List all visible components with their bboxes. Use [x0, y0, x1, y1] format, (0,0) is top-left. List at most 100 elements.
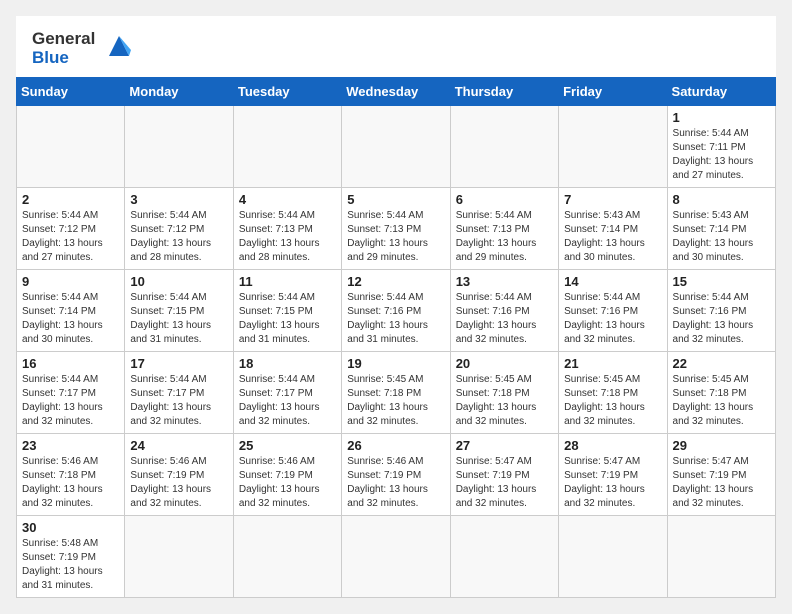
- day-cell: [342, 106, 450, 188]
- day-info: Sunrise: 5:44 AMSunset: 7:15 PMDaylight:…: [130, 291, 227, 347]
- day-cell: [559, 106, 667, 188]
- day-cell: 14 Sunrise: 5:44 AMSunset: 7:16 PMDayligh…: [559, 270, 667, 352]
- day-number: 1: [673, 110, 770, 125]
- day-cell: 2 Sunrise: 5:44 AMSunset: 7:12 PMDaylight…: [17, 188, 125, 270]
- day-number: 5: [347, 192, 444, 207]
- day-cell: 7 Sunrise: 5:43 AMSunset: 7:14 PMDaylight…: [559, 188, 667, 270]
- day-info: Sunrise: 5:44 AMSunset: 7:16 PMDaylight:…: [673, 291, 770, 347]
- day-cell: 28 Sunrise: 5:47 AMSunset: 7:19 PMDayligh…: [559, 434, 667, 516]
- day-cell: 12Sunrise: 5:44 AMSunset: 7:16 PMDayligh…: [342, 270, 450, 352]
- day-info: Sunrise: 5:45 AMSunset: 7:18 PMDaylight:…: [673, 373, 770, 429]
- day-number: 17: [130, 356, 227, 371]
- day-info: Sunrise: 5:44 AMSunset: 7:15 PMDaylight:…: [239, 291, 336, 347]
- day-info: Sunrise: 5:44 AMSunset: 7:17 PMDaylight:…: [239, 373, 336, 429]
- day-cell: [125, 106, 233, 188]
- weekday-friday: Friday: [559, 78, 667, 106]
- day-cell: [233, 106, 341, 188]
- week-row-0: 1Sunrise: 5:44 AMSunset: 7:11 PMDaylight…: [17, 106, 776, 188]
- day-cell: 8 Sunrise: 5:43 AMSunset: 7:14 PMDaylight…: [667, 188, 775, 270]
- day-cell: 3Sunrise: 5:44 AMSunset: 7:12 PMDaylight…: [125, 188, 233, 270]
- week-row-3: 16Sunrise: 5:44 AMSunset: 7:17 PMDayligh…: [17, 352, 776, 434]
- day-info: Sunrise: 5:46 AMSunset: 7:19 PMDaylight:…: [130, 455, 227, 511]
- day-cell: [233, 516, 341, 598]
- day-info: Sunrise: 5:43 AMSunset: 7:14 PMDaylight:…: [673, 209, 770, 265]
- calendar-container: General Blue SundayMondayTues: [16, 16, 776, 598]
- day-info: Sunrise: 5:44 AMSunset: 7:17 PMDaylight:…: [22, 373, 119, 429]
- weekday-wednesday: Wednesday: [342, 78, 450, 106]
- day-info: Sunrise: 5:46 AMSunset: 7:18 PMDaylight:…: [22, 455, 119, 511]
- day-info: Sunrise: 5:44 AMSunset: 7:16 PMDaylight:…: [564, 291, 661, 347]
- day-number: 29: [673, 438, 770, 453]
- day-cell: 4 Sunrise: 5:44 AMSunset: 7:13 PMDaylight…: [233, 188, 341, 270]
- day-number: 18: [239, 356, 336, 371]
- day-cell: 22 Sunrise: 5:45 AMSunset: 7:18 PMDayligh…: [667, 352, 775, 434]
- day-cell: 23 Sunrise: 5:46 AMSunset: 7:18 PMDayligh…: [17, 434, 125, 516]
- week-row-5: 30 Sunrise: 5:48 AMSunset: 7:19 PMDayligh…: [17, 516, 776, 598]
- day-number: 24: [130, 438, 227, 453]
- day-number: 30: [22, 520, 119, 535]
- week-row-4: 23 Sunrise: 5:46 AMSunset: 7:18 PMDayligh…: [17, 434, 776, 516]
- logo-general: General: [32, 30, 95, 49]
- day-cell: [667, 516, 775, 598]
- day-cell: 27Sunrise: 5:47 AMSunset: 7:19 PMDayligh…: [450, 434, 558, 516]
- day-cell: [17, 106, 125, 188]
- day-info: Sunrise: 5:44 AMSunset: 7:17 PMDaylight:…: [130, 373, 227, 429]
- day-cell: [342, 516, 450, 598]
- calendar-table: SundayMondayTuesdayWednesdayThursdayFrid…: [16, 77, 776, 598]
- day-info: Sunrise: 5:47 AMSunset: 7:19 PMDaylight:…: [564, 455, 661, 511]
- day-info: Sunrise: 5:45 AMSunset: 7:18 PMDaylight:…: [564, 373, 661, 429]
- day-number: 6: [456, 192, 553, 207]
- day-info: Sunrise: 5:46 AMSunset: 7:19 PMDaylight:…: [239, 455, 336, 511]
- day-info: Sunrise: 5:46 AMSunset: 7:19 PMDaylight:…: [347, 455, 444, 511]
- day-cell: 10 Sunrise: 5:44 AMSunset: 7:15 PMDayligh…: [125, 270, 233, 352]
- logo-blue: Blue: [32, 49, 95, 68]
- weekday-monday: Monday: [125, 78, 233, 106]
- day-cell: 11Sunrise: 5:44 AMSunset: 7:15 PMDayligh…: [233, 270, 341, 352]
- day-cell: 15 Sunrise: 5:44 AMSunset: 7:16 PMDayligh…: [667, 270, 775, 352]
- day-info: Sunrise: 5:48 AMSunset: 7:19 PMDaylight:…: [22, 537, 119, 593]
- day-info: Sunrise: 5:44 AMSunset: 7:12 PMDaylight:…: [22, 209, 119, 265]
- day-number: 20: [456, 356, 553, 371]
- day-number: 27: [456, 438, 553, 453]
- day-cell: 13Sunrise: 5:44 AMSunset: 7:16 PMDayligh…: [450, 270, 558, 352]
- day-cell: 6 Sunrise: 5:44 AMSunset: 7:13 PMDaylight…: [450, 188, 558, 270]
- day-number: 7: [564, 192, 661, 207]
- day-number: 4: [239, 192, 336, 207]
- day-info: Sunrise: 5:44 AMSunset: 7:13 PMDaylight:…: [239, 209, 336, 265]
- day-cell: 25 Sunrise: 5:46 AMSunset: 7:19 PMDayligh…: [233, 434, 341, 516]
- day-cell: [450, 516, 558, 598]
- day-number: 25: [239, 438, 336, 453]
- day-number: 8: [673, 192, 770, 207]
- day-number: 13: [456, 274, 553, 289]
- day-number: 10: [130, 274, 227, 289]
- day-cell: 18 Sunrise: 5:44 AMSunset: 7:17 PMDayligh…: [233, 352, 341, 434]
- week-row-1: 2 Sunrise: 5:44 AMSunset: 7:12 PMDaylight…: [17, 188, 776, 270]
- day-cell: [450, 106, 558, 188]
- day-number: 2: [22, 192, 119, 207]
- day-number: 15: [673, 274, 770, 289]
- day-info: Sunrise: 5:44 AMSunset: 7:12 PMDaylight:…: [130, 209, 227, 265]
- day-cell: 24 Sunrise: 5:46 AMSunset: 7:19 PMDayligh…: [125, 434, 233, 516]
- day-cell: [559, 516, 667, 598]
- day-cell: 9 Sunrise: 5:44 AMSunset: 7:14 PMDaylight…: [17, 270, 125, 352]
- day-number: 26: [347, 438, 444, 453]
- weekday-sunday: Sunday: [17, 78, 125, 106]
- day-cell: 29Sunrise: 5:47 AMSunset: 7:19 PMDayligh…: [667, 434, 775, 516]
- day-number: 23: [22, 438, 119, 453]
- day-info: Sunrise: 5:44 AMSunset: 7:13 PMDaylight:…: [347, 209, 444, 265]
- day-number: 14: [564, 274, 661, 289]
- day-number: 9: [22, 274, 119, 289]
- day-info: Sunrise: 5:45 AMSunset: 7:18 PMDaylight:…: [347, 373, 444, 429]
- weekday-thursday: Thursday: [450, 78, 558, 106]
- day-number: 19: [347, 356, 444, 371]
- day-info: Sunrise: 5:45 AMSunset: 7:18 PMDaylight:…: [456, 373, 553, 429]
- weekday-header-row: SundayMondayTuesdayWednesdayThursdayFrid…: [17, 78, 776, 106]
- day-info: Sunrise: 5:44 AMSunset: 7:14 PMDaylight:…: [22, 291, 119, 347]
- day-number: 28: [564, 438, 661, 453]
- day-cell: [125, 516, 233, 598]
- day-info: Sunrise: 5:43 AMSunset: 7:14 PMDaylight:…: [564, 209, 661, 265]
- day-info: Sunrise: 5:44 AMSunset: 7:16 PMDaylight:…: [347, 291, 444, 347]
- day-cell: 26 Sunrise: 5:46 AMSunset: 7:19 PMDayligh…: [342, 434, 450, 516]
- day-info: Sunrise: 5:44 AMSunset: 7:13 PMDaylight:…: [456, 209, 553, 265]
- day-number: 22: [673, 356, 770, 371]
